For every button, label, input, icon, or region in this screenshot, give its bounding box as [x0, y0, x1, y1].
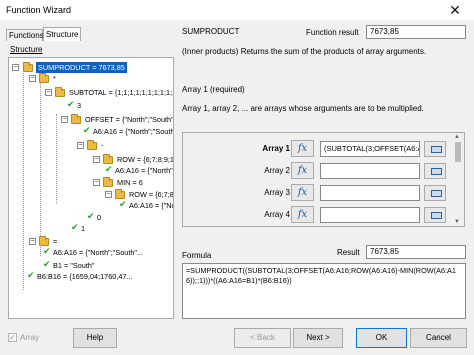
tree-node[interactable]: * [53, 73, 56, 84]
title-bar: Function Wizard ✕ [0, 0, 474, 20]
collapse-icon[interactable]: − [105, 191, 112, 198]
scrollbar-thumb[interactable] [455, 142, 461, 162]
function-result-label: Function result [306, 28, 359, 37]
cancel-button[interactable]: Cancel [410, 328, 467, 348]
check-icon: ✔ [43, 259, 51, 269]
argument-required-label: Array 1 (required) [182, 85, 245, 94]
array-2-label: Array 2 [264, 166, 290, 175]
array-1-input[interactable]: (SUBTOTAL(3;OFFSET(A6:A1 [320, 141, 420, 157]
folder-icon [87, 140, 97, 150]
tree-node[interactable]: A6:A16 = {"North";"South"... [93, 126, 173, 137]
tree-node[interactable]: SUBTOTAL = {1;1;1;1;1;1;1;1;1;1;1;1;1;1;… [69, 87, 173, 98]
tree-node[interactable]: A6:A16 = {"North";"South"... [53, 247, 143, 258]
tree-node[interactable]: MIN = 6 [117, 177, 143, 188]
check-icon: ✔ [87, 211, 95, 221]
collapse-icon[interactable]: − [61, 116, 68, 123]
collapse-icon[interactable]: − [45, 89, 52, 96]
folder-icon [103, 177, 113, 187]
help-button[interactable]: Help [73, 328, 117, 348]
tree-node-root[interactable]: SUMPRODUCT = 7673,85 [36, 62, 127, 73]
tab-structure[interactable]: Structure [43, 27, 81, 41]
checkbox-icon[interactable]: ✓ [8, 333, 17, 343]
folder-icon [23, 62, 33, 72]
formula-field[interactable]: =SUMPRODUCT((SUBTOTAL(3;OFFSET(A6:A16;RO… [182, 263, 466, 319]
close-icon[interactable]: ✕ [436, 0, 474, 20]
folder-icon [103, 154, 113, 164]
back-button[interactable]: < Back [234, 328, 291, 348]
check-icon: ✔ [119, 199, 127, 209]
structure-label: Structure [10, 45, 43, 54]
function-name: SUMPRODUCT [182, 27, 240, 36]
tree-node[interactable]: 3 [77, 100, 81, 111]
fx-icon[interactable]: fx [291, 184, 314, 201]
shrink-icon[interactable] [424, 185, 446, 201]
structure-tree[interactable]: − SUMPRODUCT = 7673,85 − * − SUBTOTAL = … [8, 57, 174, 319]
arguments-scrollbar[interactable]: ▲ ▼ [453, 134, 463, 225]
array-1-label: Array 1 [262, 144, 290, 153]
tree-node[interactable]: - [101, 140, 103, 151]
tree-node[interactable]: A6:A16 = {"Nort... [129, 200, 173, 211]
shrink-icon[interactable] [424, 141, 446, 157]
collapse-icon[interactable]: − [29, 75, 36, 82]
tree-line [56, 114, 57, 204]
tree-node[interactable]: 0 [97, 212, 101, 223]
collapse-icon[interactable]: − [29, 238, 36, 245]
window-title: Function Wizard [6, 5, 72, 15]
folder-icon [39, 236, 49, 246]
ok-button[interactable]: OK [356, 328, 407, 348]
fx-icon[interactable]: fx [291, 206, 314, 223]
folder-icon [39, 73, 49, 83]
function-result-field: 7673,85 [366, 25, 466, 39]
collapse-icon[interactable]: − [93, 179, 100, 186]
array-checkbox-label: Array [20, 333, 40, 342]
shrink-icon[interactable] [424, 163, 446, 179]
tree-node[interactable]: B1 = "South" [53, 260, 95, 271]
formula-label: Formula [182, 251, 212, 260]
fx-icon[interactable]: fx [291, 140, 314, 157]
next-button[interactable]: Next > [293, 328, 343, 348]
fx-icon[interactable]: fx [291, 162, 314, 179]
function-description: (Inner products) Returns the sum of the … [182, 47, 427, 56]
array-checkbox[interactable]: ✓ Array [8, 333, 40, 343]
tree-node[interactable]: ROW = {6;7;8;9;10;11... [117, 154, 173, 165]
tree-node[interactable]: ROW = {6;7;8;9;... [129, 189, 173, 200]
check-icon: ✔ [71, 222, 79, 232]
result-field: 7673,85 [366, 245, 466, 259]
array-2-input[interactable] [320, 163, 420, 179]
tree-line [23, 70, 24, 290]
check-icon: ✔ [105, 164, 113, 174]
array-3-label: Array 3 [264, 188, 290, 197]
tree-node[interactable]: 1 [81, 223, 85, 234]
scroll-up-icon[interactable]: ▲ [454, 134, 460, 140]
array-4-label: Array 4 [264, 210, 290, 219]
check-icon: ✔ [43, 246, 51, 256]
result-label: Result [337, 248, 360, 257]
folder-icon [55, 87, 65, 97]
scroll-down-icon[interactable]: ▼ [454, 219, 460, 225]
check-icon: ✔ [67, 99, 75, 109]
check-icon: ✔ [83, 125, 91, 135]
tree-node[interactable]: B6:B16 = {1659,04;1760,47... [37, 271, 133, 282]
tree-node[interactable]: A6:A16 = {"North";"Sou... [115, 165, 173, 176]
tree-line [40, 81, 41, 256]
shrink-icon[interactable] [424, 207, 446, 223]
argument-description: Array 1, array 2, ... are arrays whose a… [182, 104, 424, 113]
collapse-icon[interactable]: − [93, 156, 100, 163]
folder-icon [115, 189, 125, 199]
tab-functions[interactable]: Functions [6, 29, 44, 41]
array-3-input[interactable] [320, 185, 420, 201]
collapse-icon[interactable]: − [77, 142, 84, 149]
check-icon: ✔ [27, 270, 35, 280]
collapse-icon[interactable]: − [12, 64, 19, 71]
tree-node[interactable]: OFFSET = {"North";"South";... [85, 114, 173, 125]
tree-node[interactable]: = [53, 236, 57, 247]
folder-icon [71, 114, 81, 124]
array-4-input[interactable] [320, 207, 420, 223]
